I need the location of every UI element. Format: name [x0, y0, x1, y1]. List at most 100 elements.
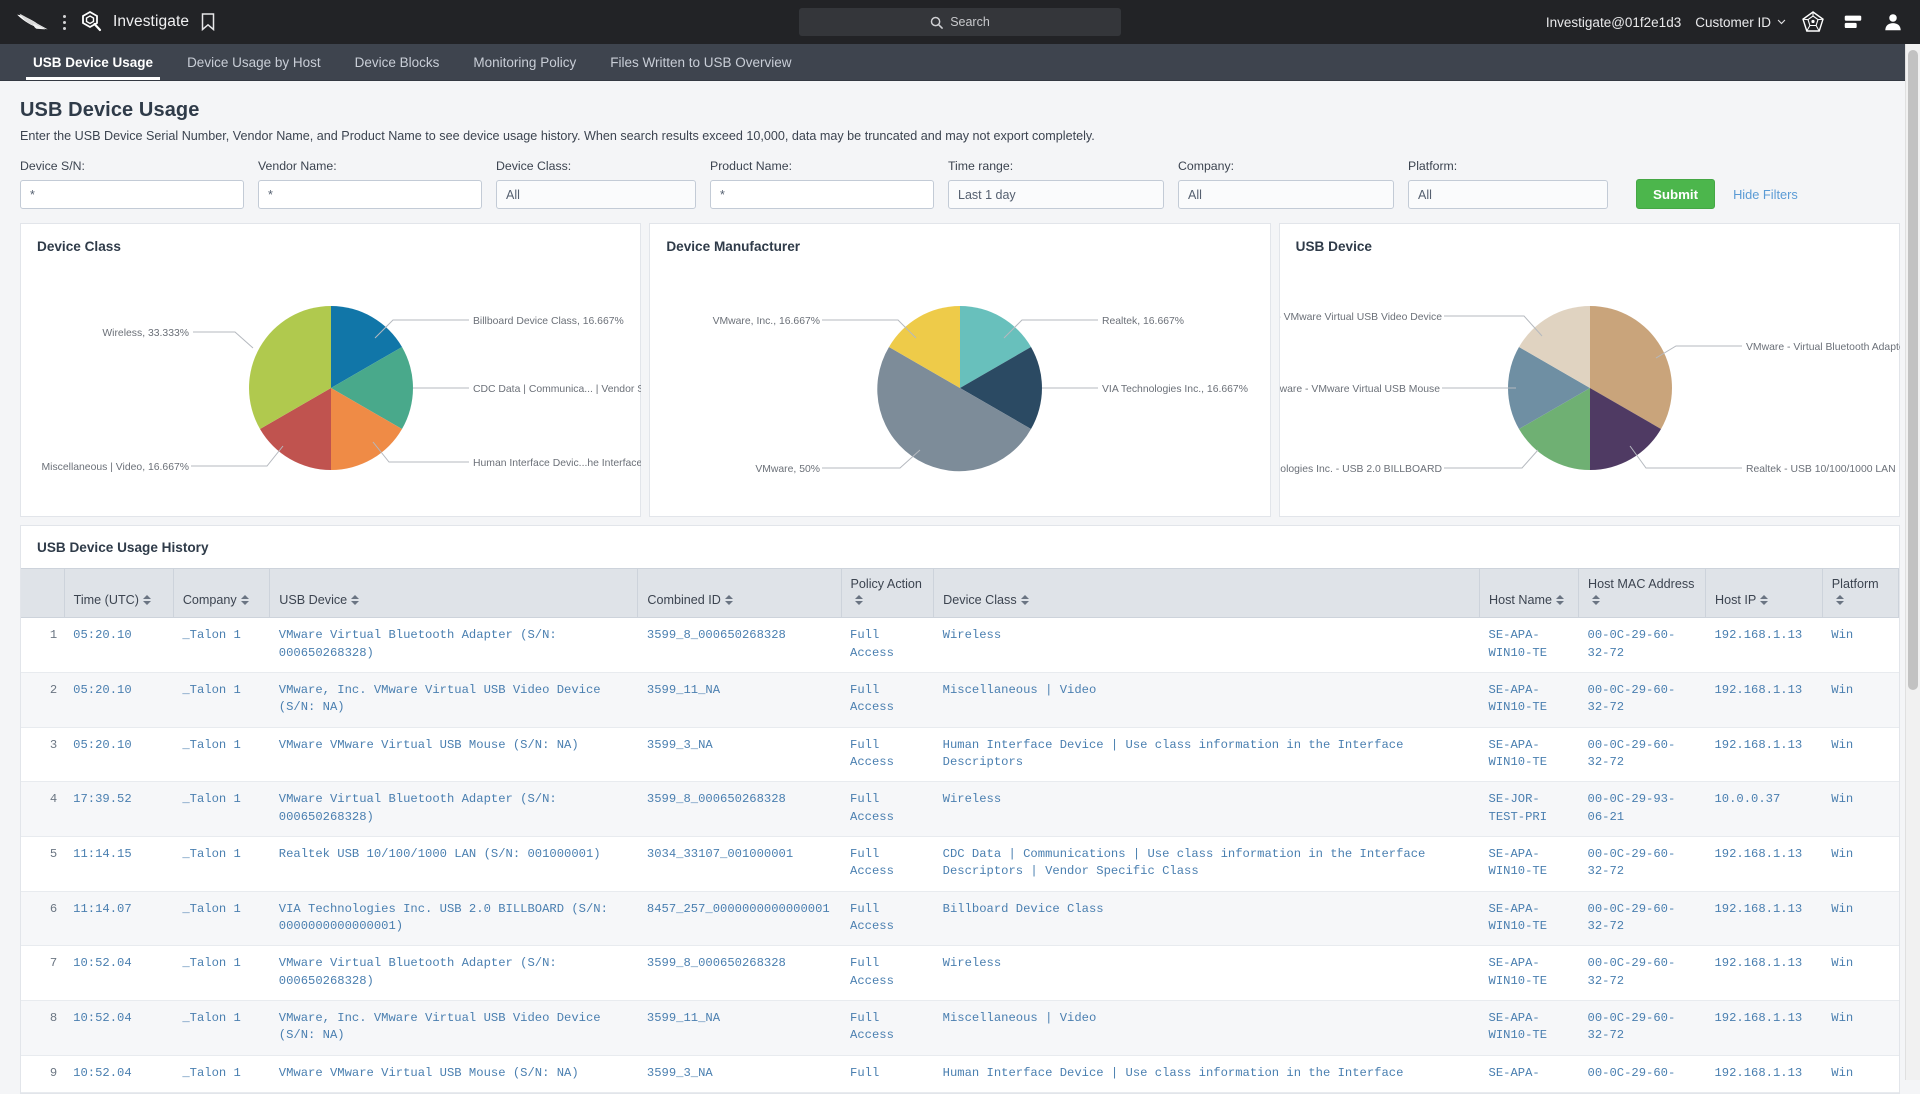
cell-device-class[interactable]: Billboard Device Class [933, 891, 1480, 947]
cell-company[interactable]: _Talon 1 [173, 945, 270, 1002]
cell-combined-id[interactable]: 3599_8_000650268328 [637, 617, 842, 674]
table-row[interactable]: 1 05:20.10 _Talon 1 VMware Virtual Bluetoot… [21, 617, 1899, 674]
user-avatar-icon[interactable] [1880, 9, 1906, 35]
table-row[interactable]: 6 11:14.07 _Talon 1 VIA Technologies Inc. U… [21, 891, 1899, 947]
cell-policy-action[interactable]: Full Access [841, 945, 934, 1002]
cell-company[interactable]: _Talon 1 [173, 617, 270, 674]
sort-icon[interactable] [1592, 594, 1601, 605]
cell-host-name[interactable]: SE-APA-WIN10-TE [1479, 1000, 1579, 1056]
col-time[interactable]: Time (UTC) [64, 567, 174, 619]
cell-host-ip[interactable]: 192.168.1.13 [1705, 727, 1823, 783]
cell-platform[interactable]: Win [1822, 836, 1899, 892]
time-range-select[interactable]: Last 1 day [948, 180, 1164, 209]
cell-usb-device[interactable]: VMware, Inc. VMware Virtual USB Video De… [269, 1000, 638, 1056]
cell-host-ip[interactable]: 192.168.1.13 [1705, 617, 1823, 674]
sort-icon[interactable] [142, 594, 151, 605]
cell-host-mac-address[interactable]: 00-0C-29-60-32-72 [1578, 672, 1706, 728]
col-policy-action[interactable]: Policy Action [841, 567, 935, 619]
cell-time[interactable]: 05:20.10 [64, 617, 174, 674]
table-row[interactable]: 9 10:52.04 _Talon 1 VMware VMware Virtual U… [21, 1055, 1899, 1094]
cell-host-name[interactable]: SE-APA-WIN10-TE [1479, 891, 1579, 947]
sort-icon[interactable] [854, 594, 863, 605]
col-usb-device[interactable]: USB Device [269, 567, 639, 619]
cell-usb-device[interactable]: VMware Virtual Bluetooth Adapter (S/N: 0… [269, 781, 638, 838]
submit-button[interactable]: Submit [1636, 179, 1716, 209]
device-class-select[interactable]: All [496, 180, 696, 209]
platform-select[interactable]: All [1408, 180, 1608, 209]
col-platform[interactable]: Platform [1822, 567, 1900, 619]
customer-id-selector[interactable]: Customer ID [1695, 15, 1786, 30]
page-scrollbar[interactable] [1905, 44, 1920, 1080]
bookmark-icon[interactable] [201, 13, 215, 31]
cell-device-class[interactable]: CDC Data | Communications | Use class in… [933, 836, 1480, 892]
cell-platform[interactable]: Win [1822, 727, 1899, 783]
cell-usb-device[interactable]: VIA Technologies Inc. USB 2.0 BILLBOARD … [269, 891, 638, 947]
table-row[interactable]: 4 17:39.52 _Talon 1 VMware Virtual Bluetoot… [21, 781, 1899, 838]
table-row[interactable]: 2 05:20.10 _Talon 1 VMware, Inc. VMware Vir… [21, 672, 1899, 728]
cell-host-mac-address[interactable]: 00-0C-29-60-32-72 [1578, 836, 1706, 892]
col-host-ip[interactable]: Host IP [1705, 567, 1823, 619]
cell-company[interactable]: _Talon 1 [173, 781, 270, 838]
col-host-name[interactable]: Host Name [1479, 567, 1580, 619]
pie-chart-usb-device[interactable]: VMware - Virtual Bluetooth Adapter Realt… [1280, 250, 1900, 518]
cell-host-mac-address[interactable]: 00-0C-29-93-06-21 [1578, 781, 1706, 838]
cell-host-mac-address[interactable]: 00-0C-29-60- [1578, 1055, 1706, 1094]
cell-host-ip[interactable]: 192.168.1.13 [1705, 945, 1823, 1002]
cell-time[interactable]: 05:20.10 [64, 727, 174, 783]
tab-monitoring-policy[interactable]: Monitoring Policy [456, 44, 593, 80]
cell-time[interactable]: 05:20.10 [64, 672, 174, 728]
tab-device-blocks[interactable]: Device Blocks [338, 44, 457, 80]
cell-company[interactable]: _Talon 1 [173, 672, 270, 728]
scrollbar-thumb[interactable] [1908, 50, 1918, 690]
cell-host-ip[interactable]: 192.168.1.13 [1705, 672, 1823, 728]
cell-platform[interactable]: Win [1822, 1000, 1899, 1056]
col-combined-id[interactable]: Combined ID [637, 567, 842, 619]
feedback-list-icon[interactable] [1840, 9, 1866, 35]
cell-company[interactable]: _Talon 1 [173, 1000, 270, 1056]
cell-time[interactable]: 17:39.52 [64, 781, 174, 838]
sort-icon[interactable] [1020, 594, 1029, 605]
search-input[interactable]: Search [799, 8, 1121, 36]
cell-time[interactable]: 10:52.04 [64, 945, 174, 1002]
cell-host-ip[interactable]: 192.168.1.13 [1705, 836, 1823, 892]
table-row[interactable]: 5 11:14.15 _Talon 1 Realtek USB 10/100/1000… [21, 836, 1899, 892]
cell-combined-id[interactable]: 3599_3_NA [637, 727, 842, 783]
cell-time[interactable]: 11:14.15 [64, 836, 174, 892]
col-device-class[interactable]: Device Class [933, 567, 1481, 619]
cell-device-class[interactable]: Human Interface Device | Use class infor… [933, 1055, 1480, 1094]
sort-icon[interactable] [351, 594, 360, 605]
cell-platform[interactable]: Win [1822, 672, 1899, 728]
cell-usb-device[interactable]: VMware Virtual Bluetooth Adapter (S/N: 0… [269, 945, 638, 1002]
pie-chart-device-manufacturer[interactable]: Realtek, 16.667% VIA Technologies Inc., … [650, 250, 1270, 518]
cell-combined-id[interactable]: 3599_8_000650268328 [637, 945, 842, 1002]
cell-platform[interactable]: Win [1822, 945, 1899, 1002]
sort-icon[interactable] [1556, 594, 1565, 605]
cell-policy-action[interactable]: Full Access [841, 891, 934, 947]
cell-usb-device[interactable]: VMware, Inc. VMware Virtual USB Video De… [269, 672, 638, 728]
table-row[interactable]: 8 10:52.04 _Talon 1 VMware, Inc. VMware Vir… [21, 1000, 1899, 1056]
col-company[interactable]: Company [173, 567, 271, 619]
device-sn-input[interactable]: * [20, 180, 244, 209]
cell-host-ip[interactable]: 192.168.1.13 [1705, 1055, 1823, 1094]
cell-policy-action[interactable]: Full Access [841, 617, 934, 674]
cell-device-class[interactable]: Wireless [933, 945, 1480, 1002]
cell-usb-device[interactable]: VMware Virtual Bluetooth Adapter (S/N: 0… [269, 617, 638, 674]
kebab-menu-icon[interactable] [56, 14, 72, 30]
cell-host-name[interactable]: SE-APA-WIN10-TE [1479, 672, 1579, 728]
cell-host-mac-address[interactable]: 00-0C-29-60-32-72 [1578, 617, 1706, 674]
cell-combined-id[interactable]: 3599_3_NA [637, 1055, 842, 1094]
tab-usb-device-usage[interactable]: USB Device Usage [16, 44, 170, 80]
sort-icon[interactable] [1835, 594, 1844, 605]
cell-combined-id[interactable]: 3599_11_NA [637, 1000, 842, 1056]
cell-device-class[interactable]: Wireless [933, 781, 1480, 838]
tab-device-usage-by-host[interactable]: Device Usage by Host [170, 44, 338, 80]
cell-host-name[interactable]: SE-APA-WIN10-TE [1479, 945, 1579, 1002]
cell-policy-action[interactable]: Full Access [841, 781, 934, 838]
sort-icon[interactable] [724, 594, 733, 605]
cell-device-class[interactable]: Wireless [933, 617, 1480, 674]
cell-host-ip[interactable]: 10.0.0.37 [1705, 781, 1823, 838]
cell-usb-device[interactable]: VMware VMware Virtual USB Mouse (S/N: NA… [269, 727, 638, 783]
cell-device-class[interactable]: Human Interface Device | Use class infor… [933, 727, 1480, 783]
sort-icon[interactable] [240, 594, 249, 605]
product-name-input[interactable]: * [710, 180, 934, 209]
